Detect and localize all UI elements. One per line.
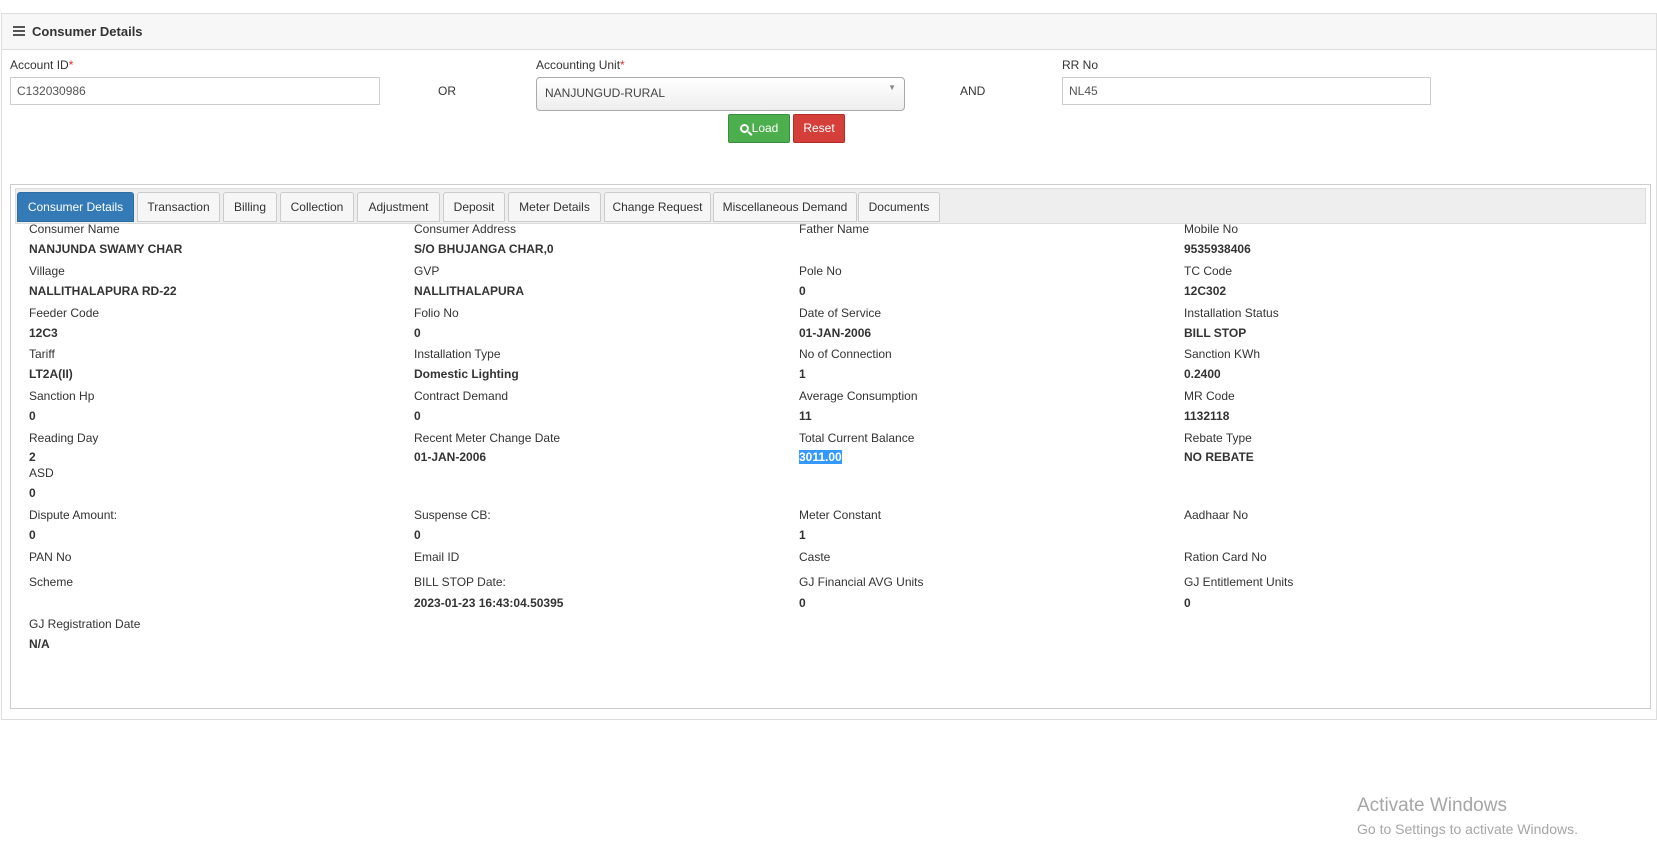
gj-registration-date-label: GJ Registration Date — [29, 617, 141, 631]
sanction-hp-label: Sanction Hp — [29, 389, 95, 403]
contract-demand-value: 0 — [414, 409, 421, 423]
consumer-name-value: NANJUNDA SWAMY CHAR — [29, 242, 183, 256]
rebate-type-value: NO REBATE — [1184, 450, 1254, 464]
gj-financial-avg-units-value: 0 — [799, 596, 806, 610]
no-of-connection-label: No of Connection — [799, 347, 892, 361]
total-current-balance-label: Total Current Balance — [799, 431, 915, 445]
gj-financial-avg-units-label: GJ Financial AVG Units — [799, 575, 924, 589]
installation-status-label: Installation Status — [1184, 306, 1279, 320]
village-value: NALLITHALAPURA RD-22 — [29, 284, 177, 298]
pole-no-label: Pole No — [799, 264, 842, 278]
suspense-cb-value: 0 — [414, 528, 421, 542]
panel-heading: Consumer Details — [2, 14, 1656, 50]
tc-code-label: TC Code — [1184, 264, 1233, 278]
pan-no-label: PAN No — [29, 550, 72, 564]
account-id-label: Account ID* — [10, 58, 74, 72]
reset-button[interactable]: Reset — [793, 114, 845, 143]
bill-stop-date-label: BILL STOP Date: — [414, 575, 506, 589]
gj-entitlement-units-value: 0 — [1184, 596, 1191, 610]
asd-label: ASD — [29, 466, 54, 480]
gvp-label: GVP — [414, 264, 440, 278]
folio-no-value: 0 — [414, 326, 421, 340]
or-text: OR — [438, 84, 456, 98]
reading-day-value: 2 — [29, 450, 36, 464]
aadhaar-no-label: Aadhaar No — [1184, 508, 1249, 522]
tab-consumer-details[interactable]: Consumer Details — [17, 192, 134, 222]
total-current-balance-value: 3011.00 — [799, 450, 842, 464]
menu-icon[interactable] — [13, 26, 25, 36]
mobile-no-value: 9535938406 — [1184, 242, 1251, 256]
tab-collection[interactable]: Collection — [280, 192, 354, 222]
bill-stop-date-value: 2023-01-23 16:43:04.50395 — [414, 596, 564, 610]
meter-constant-label: Meter Constant — [799, 508, 882, 522]
asd-value: 0 — [29, 486, 36, 500]
accounting-unit-value: NANJUNGUD-RURAL — [545, 86, 666, 100]
consumer-address-value: S/O BHUJANGA CHAR,0 — [414, 242, 554, 256]
meter-constant-value: 1 — [799, 528, 806, 542]
date-of-service-value: 01-JAN-2006 — [799, 326, 872, 340]
rr-no-label: RR No — [1062, 58, 1099, 72]
search-icon — [739, 124, 749, 133]
recent-meter-change-date-value: 01-JAN-2006 — [414, 450, 487, 464]
tariff-value: LT2A(II) — [29, 367, 73, 381]
rr-no-input[interactable] — [1062, 77, 1431, 105]
sanction-kwh-label: Sanction KWh — [1184, 347, 1261, 361]
account-id-input[interactable] — [10, 77, 380, 105]
reading-day-label: Reading Day — [29, 431, 99, 445]
recent-meter-change-date-label: Recent Meter Change Date — [414, 431, 561, 445]
gj-entitlement-units-label: GJ Entitlement Units — [1184, 575, 1294, 589]
tab-adjustment[interactable]: Adjustment — [357, 192, 440, 222]
tariff-label: Tariff — [29, 347, 55, 361]
mr-code-value: 1132118 — [1184, 409, 1230, 423]
gvp-value: NALLITHALAPURA — [414, 284, 524, 298]
average-consumption-label: Average Consumption — [799, 389, 918, 403]
sanction-hp-value: 0 — [29, 409, 36, 423]
suspense-cb-label: Suspense CB: — [414, 508, 491, 522]
details-box: Consumer Details Transaction Billing Col… — [10, 184, 1651, 709]
email-id-label: Email ID — [414, 550, 460, 564]
load-button[interactable]: Load — [728, 114, 790, 143]
tab-billing[interactable]: Billing — [223, 192, 277, 222]
scheme-label: Scheme — [29, 575, 74, 589]
gj-registration-date-value: N/A — [29, 637, 50, 651]
tab-deposit[interactable]: Deposit — [443, 192, 505, 222]
no-of-connection-value: 1 — [799, 367, 806, 381]
consumer-name-label: Consumer Name — [29, 222, 120, 236]
tab-documents[interactable]: Documents — [858, 192, 940, 222]
tc-code-value: 12C302 — [1184, 284, 1227, 298]
mobile-no-label: Mobile No — [1184, 222, 1239, 236]
father-name-label: Father Name — [799, 222, 870, 236]
contract-demand-label: Contract Demand — [414, 389, 509, 403]
feeder-code-label: Feeder Code — [29, 306, 100, 320]
accounting-unit-select[interactable]: NANJUNGUD-RURAL ▼ — [536, 77, 905, 111]
caste-label: Caste — [799, 550, 831, 564]
mr-code-label: MR Code — [1184, 389, 1235, 403]
accounting-unit-label: Accounting Unit* — [536, 58, 625, 72]
dispute-amount-label: Dispute Amount: — [29, 508, 118, 522]
pole-no-value: 0 — [799, 284, 806, 298]
page-title: Consumer Details — [32, 24, 143, 39]
installation-status-value: BILL STOP — [1184, 326, 1247, 340]
village-label: Village — [29, 264, 65, 278]
dispute-amount-value: 0 — [29, 528, 36, 542]
folio-no-label: Folio No — [414, 306, 459, 320]
installation-type-label: Installation Type — [414, 347, 501, 361]
feeder-code-value: 12C3 — [29, 326, 58, 340]
ration-card-no-label: Ration Card No — [1184, 550, 1267, 564]
tab-change-request[interactable]: Change Request — [604, 192, 711, 222]
tab-meter-details[interactable]: Meter Details — [508, 192, 601, 222]
chevron-down-icon: ▼ — [888, 83, 896, 92]
and-text: AND — [960, 84, 986, 98]
rebate-type-label: Rebate Type — [1184, 431, 1252, 445]
average-consumption-value: 11 — [799, 409, 812, 423]
activate-windows-subtitle: Go to Settings to activate Windows. — [1357, 821, 1578, 837]
activate-windows-title: Activate Windows — [1357, 795, 1507, 816]
tab-transaction[interactable]: Transaction — [137, 192, 220, 222]
sanction-kwh-value: 0.2400 — [1184, 367, 1221, 381]
installation-type-value: Domestic Lighting — [414, 367, 519, 381]
consumer-address-label: Consumer Address — [414, 222, 517, 236]
tab-bar: Consumer Details Transaction Billing Col… — [15, 188, 1646, 224]
date-of-service-label: Date of Service — [799, 306, 882, 320]
tab-miscellaneous-demand[interactable]: Miscellaneous Demand — [713, 192, 857, 222]
